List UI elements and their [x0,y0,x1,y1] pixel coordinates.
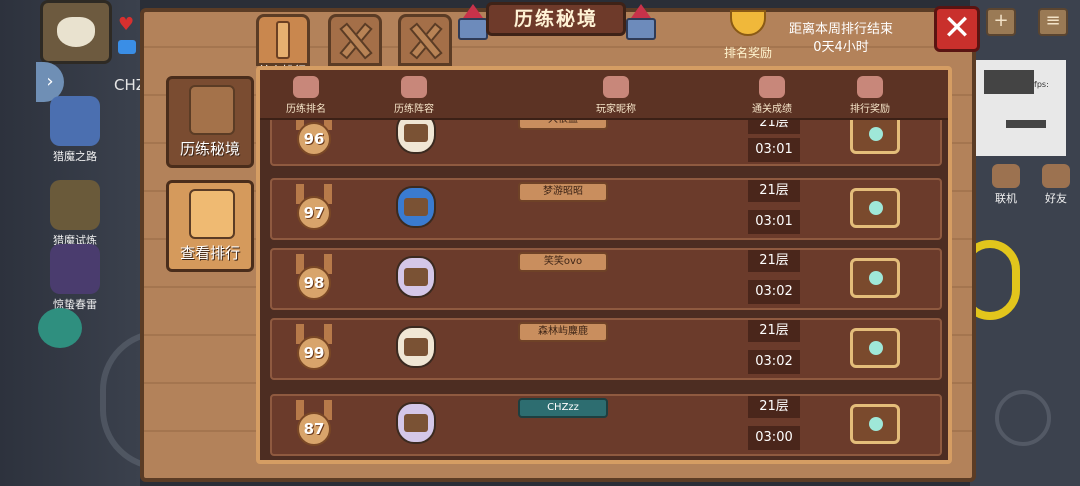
clear-floor: 21层 [748,180,800,202]
own-rank-row[interactable]: 87 CHZzz 21层 03:00 [270,394,942,456]
countdown-value: 0天4小时 [813,40,869,55]
clear-floor: 21层 [748,120,800,134]
clear-time: 03:02 [748,280,800,304]
column-header-rank: 历练排名 [280,76,332,115]
side-tab-label: 查看排行 [179,244,240,262]
column-header-nickname: 玩家昵称 [590,76,642,115]
table-row[interactable]: 98 笑笑ovo 21层 03:02 [270,248,942,310]
countdown-title: 距离本周排行结束 [788,22,893,37]
rank-number: 96 [297,122,331,156]
crown-icon [293,76,319,98]
hero-avatar-knight [396,120,436,154]
fps-counter: fps: [1034,80,1049,89]
reward-chest-icon[interactable] [850,404,900,444]
player-nickname: 笑笑ovo [518,252,608,272]
player-nickname: CHZzz [518,398,608,418]
gem-icon [456,4,490,42]
friends-label: 好友 [1045,192,1067,205]
stopwatch-icon [759,76,785,98]
player-nickname: 森林屿麋鹿 [518,322,608,342]
ranking-board: 历练排名 历练阵容 玩家昵称 通关成绩 排行奖励 96 大很监 21层 [256,66,952,464]
hero-avatar-genie [396,186,436,228]
clear-time: 03:02 [748,350,800,374]
player-nickname: 大很监 [518,120,608,130]
friends-icon [1042,164,1070,188]
mode-label: 猎魔之路 [53,150,97,163]
heart-icon: ♥ [118,14,135,35]
mode-hunt-road[interactable]: 猎魔之路 [40,96,110,164]
menu-icon[interactable]: ≡ [1038,8,1068,36]
hero-avatar-knight [396,326,436,368]
column-header-lineup: 历练阵容 [388,76,440,115]
multiplayer-label: 联机 [995,192,1017,205]
multiplayer-button[interactable]: 联机 [986,164,1026,206]
fist-icon [603,76,629,98]
helmet-icon [401,76,427,98]
column-header-result: 通关成绩 [746,76,798,115]
player-avatar[interactable] [40,0,112,64]
rank-reward-label[interactable]: 排名奖励 [716,44,780,61]
close-button[interactable]: ✕ [934,6,980,52]
gem-icon [624,4,658,42]
reward-chest-icon[interactable] [850,120,900,154]
hero-avatar-wizard [396,402,436,444]
clear-floor: 21层 [748,250,800,272]
enemy-sprite [38,308,82,348]
panel-title: 历练秘境 [513,8,598,30]
mode-hunt-trial[interactable]: 猎魔试炼 [40,180,110,248]
rank-number: 98 [297,266,331,300]
hunt-road-icon [50,96,100,146]
minimap[interactable] [976,60,1066,156]
multiplayer-icon [992,164,1020,188]
rank-badge-icon [189,189,235,239]
clear-time: 03:01 [748,138,800,162]
side-tab-label: 历练秘境 [179,140,240,158]
minimap-corridor [1006,120,1046,128]
bronze-medal-icon: 99 [290,324,338,376]
rank-reward-button[interactable] [720,10,776,44]
bronze-medal-icon: 87 [290,400,338,452]
player-nickname: 梦游昭昭 [518,182,608,202]
reward-chest-icon[interactable] [850,258,900,298]
hunt-trial-icon [50,180,100,230]
tab-single-rank[interactable] [256,14,310,66]
tab-team-rank-1[interactable] [328,14,382,66]
reward-chest-icon[interactable] [850,188,900,228]
side-tab-view-rank[interactable]: 查看排行 [166,180,254,272]
clear-floor: 21层 [748,396,800,418]
sword-icon [276,21,290,59]
title-banner: 历练秘境 [486,2,626,36]
clear-time: 03:00 [748,426,800,450]
spring-thunder-icon [50,244,100,294]
trophy-icon [730,10,766,36]
side-tab-trial-realm[interactable]: 历练秘境 [166,76,254,168]
clear-floor: 21层 [748,320,800,342]
mode-spring-thunder[interactable]: 惊蛰春雷 [40,244,110,312]
rank-number: 99 [297,336,331,370]
table-row[interactable]: 97 梦游昭昭 21层 03:01 [270,178,942,240]
add-icon[interactable]: + [986,8,1016,36]
table-row[interactable]: 99 森林屿麋鹿 21层 03:02 [270,318,942,380]
hero-avatar-wizard [396,256,436,298]
reward-chest-icon[interactable] [850,328,900,368]
altar-icon [189,85,235,135]
bronze-medal-icon: 97 [290,184,338,236]
ranking-list[interactable]: 96 大很监 21层 03:01 97 梦游昭昭 21层 03:01 98 [260,120,948,460]
friends-button[interactable]: 好友 [1036,164,1076,206]
rank-number: 87 [297,412,331,446]
bronze-medal-icon: 96 [290,120,338,162]
rank-number: 97 [297,196,331,230]
gift-icon [857,76,883,98]
energy-icon [118,40,136,54]
tab-team-rank-2[interactable] [398,14,452,66]
bronze-medal-icon: 98 [290,254,338,306]
minimap-room [984,70,1034,94]
table-header: 历练排名 历练阵容 玩家昵称 通关成绩 排行奖励 [260,70,948,120]
clear-time: 03:01 [748,210,800,234]
table-row[interactable]: 96 大很监 21层 03:01 [270,120,942,166]
column-header-reward: 排行奖励 [844,76,896,115]
skill-button[interactable] [995,390,1051,446]
